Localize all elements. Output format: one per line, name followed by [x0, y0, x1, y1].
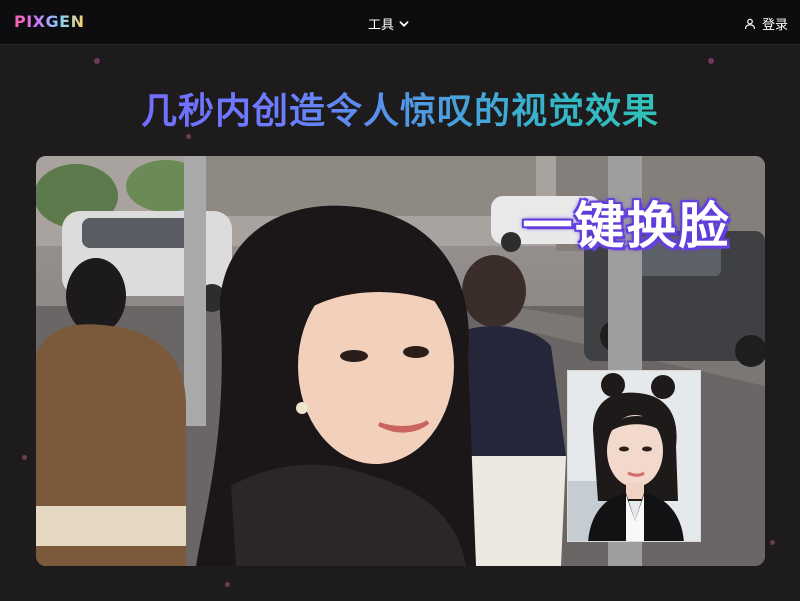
hero-headline: 几秒内创造令人惊叹的视觉效果: [0, 82, 800, 134]
face-swap-hero-image: 一键换脸: [36, 156, 765, 566]
chevron-down-icon: [398, 18, 410, 30]
pixgen-logo[interactable]: PIXGEN: [14, 12, 84, 31]
top-navigation-bar: PIXGEN 工具 登录: [0, 0, 800, 45]
decorative-dot: [22, 455, 27, 460]
tools-menu-label: 工具: [368, 18, 395, 33]
face-swap-badge: 一键换脸: [522, 197, 731, 255]
decorative-dot: [708, 58, 714, 64]
decorative-dot: [94, 58, 100, 64]
source-face-illustration: [568, 371, 700, 541]
login-label: 登录: [761, 18, 788, 33]
decorative-dot: [770, 540, 775, 545]
decorative-dot: [225, 582, 230, 587]
decorative-dot: [186, 134, 191, 139]
tools-menu-button[interactable]: 工具: [368, 14, 410, 33]
user-icon: [744, 18, 756, 30]
login-button[interactable]: 登录: [744, 14, 788, 33]
source-face-thumbnail: [567, 370, 701, 542]
